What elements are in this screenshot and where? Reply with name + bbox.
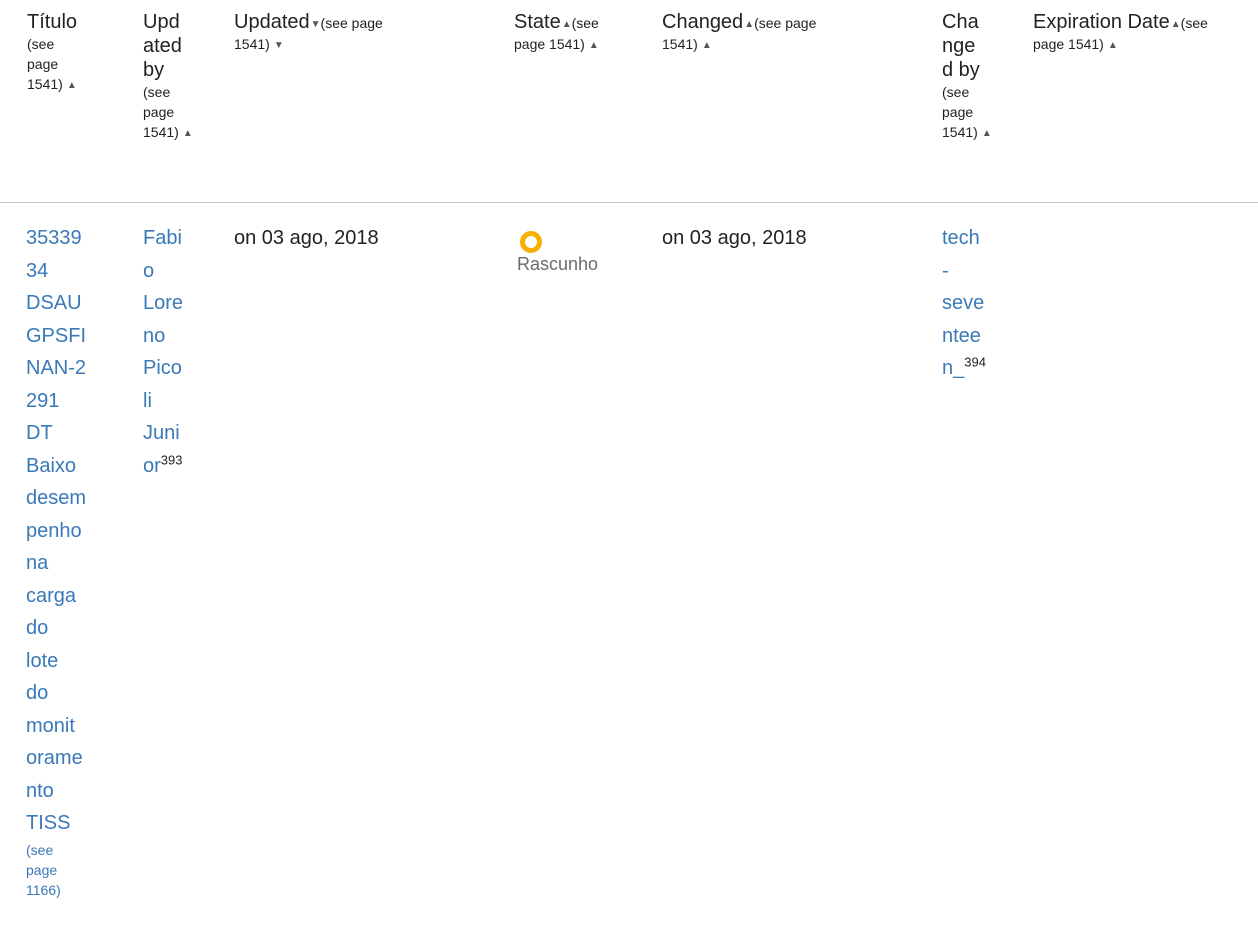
header-changed-label: Changed (662, 11, 744, 33)
title-line[interactable]: DT (26, 417, 86, 450)
title-see-page[interactable]: (see (26, 840, 86, 860)
title-line[interactable]: Baixo (26, 450, 86, 483)
header-changed-by-label-1: Cha (942, 11, 979, 33)
header-state-label: State (514, 11, 561, 33)
header-divider (0, 202, 1258, 203)
changed-by-line[interactable]: ntee (942, 320, 986, 353)
sort-desc-icon[interactable]: ▼ (311, 19, 321, 30)
header-titulo-label: Título (27, 11, 78, 33)
title-line[interactable]: 34 (26, 255, 86, 288)
changed-by-line[interactable]: seve (942, 287, 986, 320)
updated-by-line[interactable]: o (143, 255, 183, 288)
title-line[interactable]: NAN-2 (26, 352, 86, 385)
updated-by-line[interactable]: no (143, 320, 183, 353)
sort-asc-icon[interactable]: ▲ (183, 128, 193, 139)
sort-asc-icon[interactable]: ▲ (744, 19, 754, 30)
title-line[interactable]: nto (26, 775, 86, 808)
header-state-see-2: page 1541) (514, 36, 585, 52)
cell-updated: on 03 ago, 2018 (234, 227, 379, 249)
header-updated-see-2: 1541) (234, 36, 270, 52)
header-titulo-see-3: 1541) (27, 76, 63, 92)
header-titulo[interactable]: Título (see page 1541) ▲ (27, 10, 77, 96)
header-expiration-date[interactable]: Expiration Date▲(see page 1541) ▲ (1033, 10, 1208, 56)
updated-by-line[interactable]: Lore (143, 287, 183, 320)
title-line[interactable]: do (26, 612, 86, 645)
header-changed-see-2: 1541) (662, 36, 698, 52)
header-changed-by-see-2: page (942, 104, 974, 120)
sort-asc-icon[interactable]: ▲ (562, 19, 572, 30)
title-line[interactable]: na (26, 547, 86, 580)
header-changed[interactable]: Changed▲(see page 1541) ▲ (662, 10, 816, 56)
header-updated-by-see-1: (see (143, 84, 171, 100)
title-line[interactable]: orame (26, 742, 86, 775)
title-line[interactable]: DSAU (26, 287, 86, 320)
status-draft-icon (520, 231, 542, 253)
header-state-see-1: (see (571, 15, 599, 31)
header-state[interactable]: State▲(see page 1541) ▲ (514, 10, 599, 56)
cell-updated-by[interactable]: Fabi o Lore no Pico li Juni or393 (143, 222, 183, 482)
status-label: Rascunho (517, 254, 599, 274)
cell-changed-by[interactable]: tech - seve ntee n_394 (942, 222, 986, 385)
title-line[interactable]: do (26, 677, 86, 710)
header-titulo-see-2: page (27, 56, 59, 72)
header-expiration-see-2: page 1541) (1033, 36, 1104, 52)
header-changed-by-label-3: d by (942, 59, 980, 81)
title-line[interactable]: TISS (26, 807, 86, 840)
header-titulo-see-1: (see (27, 36, 55, 52)
header-expiration-label: Expiration Date (1033, 11, 1170, 33)
header-updated-by-label-3: by (143, 59, 165, 81)
cell-title[interactable]: 35339 34 DSAU GPSFI NAN-2 291 DT Baixo d… (26, 222, 86, 900)
title-see-page[interactable]: page (26, 860, 86, 880)
header-changed-by[interactable]: Cha nge d by (see page 1541) ▲ (942, 10, 992, 144)
footnote-ref: 393 (160, 451, 183, 467)
updated-by-line[interactable]: Juni (143, 417, 183, 450)
header-changed-by-see-3: 1541) (942, 124, 978, 140)
header-updated-by-see-2: page (143, 104, 175, 120)
title-see-page[interactable]: 1166) (26, 880, 86, 900)
title-line[interactable]: GPSFI (26, 320, 86, 353)
sort-asc-icon[interactable]: ▲ (589, 40, 599, 51)
title-line[interactable]: 35339 (26, 222, 86, 255)
header-updated-see-1: (see page (320, 15, 383, 31)
changed-by-line[interactable]: tech (942, 222, 986, 255)
sort-asc-icon[interactable]: ▲ (982, 128, 992, 139)
title-line[interactable]: 291 (26, 385, 86, 418)
updated-by-line[interactable]: li (143, 385, 183, 418)
header-changed-by-see-1: (see (942, 84, 970, 100)
title-line[interactable]: penho (26, 515, 86, 548)
header-expiration-see-1: (see (1180, 15, 1208, 31)
header-updated-by-label-1: Upd (143, 11, 180, 33)
changed-by-line[interactable]: - (942, 255, 986, 288)
title-line[interactable]: monit (26, 710, 86, 743)
changed-by-line[interactable]: n_ (942, 357, 964, 379)
sort-asc-icon[interactable]: ▲ (1171, 19, 1181, 30)
header-updated[interactable]: Updated▼(see page 1541) ▼ (234, 10, 383, 56)
cell-changed: on 03 ago, 2018 (662, 227, 807, 249)
updated-by-line[interactable]: Fabi (143, 222, 183, 255)
header-updated-by[interactable]: Upd ated by (see page 1541) ▲ (143, 10, 193, 144)
sort-desc-icon[interactable]: ▼ (274, 40, 284, 51)
sort-asc-icon[interactable]: ▲ (1108, 40, 1118, 51)
header-changed-by-label-2: nge (942, 35, 976, 57)
sort-asc-icon[interactable]: ▲ (702, 40, 712, 51)
header-updated-by-label-2: ated (143, 35, 182, 57)
title-line[interactable]: lote (26, 645, 86, 678)
header-updated-by-see-3: 1541) (143, 124, 179, 140)
updated-by-line[interactable]: or (143, 455, 161, 477)
footnote-ref: 394 (964, 354, 986, 370)
header-updated-label: Updated (234, 11, 310, 33)
sort-asc-icon[interactable]: ▲ (67, 80, 77, 91)
title-line[interactable]: carga (26, 580, 86, 613)
title-line[interactable]: desem (26, 482, 86, 515)
updated-by-line[interactable]: Pico (143, 352, 183, 385)
header-changed-see-1: (see page (754, 15, 817, 31)
